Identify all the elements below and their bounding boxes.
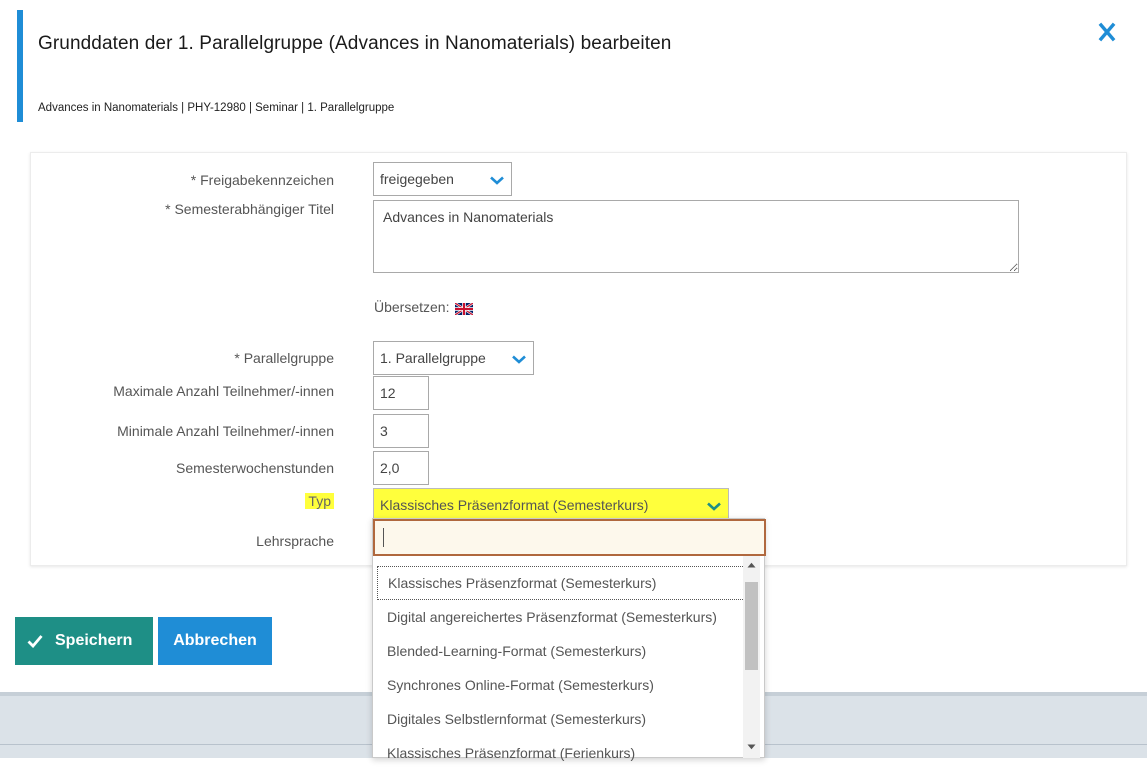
dropdown-option[interactable]: Synchrones Online-Format (Semesterkurs) bbox=[377, 668, 747, 702]
breadcrumb: Advances in Nanomaterials | PHY-12980 | … bbox=[38, 102, 395, 114]
dropdown-scrollbar[interactable] bbox=[743, 556, 760, 758]
dropdown-option[interactable]: Digitales Selbstlernformat (Semesterkurs… bbox=[377, 702, 747, 736]
language-label: Lehrsprache bbox=[256, 533, 334, 549]
min-participants-value: 3 bbox=[380, 423, 388, 439]
release-select[interactable]: freigegeben bbox=[373, 162, 512, 196]
type-dropdown: Klassisches Präsenzformat (Semesterkurs)… bbox=[372, 518, 766, 761]
form-panel: * Freigabekennzeichen freigegeben * Seme… bbox=[30, 152, 1127, 566]
weekly-hours-label: Semesterwochenstunden bbox=[176, 460, 334, 476]
semester-title-textarea[interactable]: Advances in Nanomaterials bbox=[373, 200, 1019, 273]
cancel-button-label: Abbrechen bbox=[173, 632, 257, 649]
dropdown-option[interactable]: Klassisches Präsenzformat (Semesterkurs) bbox=[377, 566, 747, 600]
scroll-down-arrow-icon[interactable] bbox=[743, 740, 760, 754]
chevron-down-icon bbox=[512, 355, 526, 364]
dialog-accent-bar bbox=[17, 10, 23, 122]
save-button[interactable]: Speichern bbox=[15, 617, 153, 665]
weekly-hours-input[interactable]: 2,0 bbox=[373, 451, 429, 485]
scrollbar-thumb[interactable] bbox=[745, 582, 758, 670]
dropdown-option[interactable]: Digital angereichertes Präsenzformat (Se… bbox=[377, 600, 747, 634]
max-participants-input[interactable]: 12 bbox=[373, 376, 429, 410]
parallel-group-select[interactable]: 1. Parallelgruppe bbox=[373, 341, 534, 375]
dropdown-search-input[interactable] bbox=[373, 519, 766, 556]
parallel-group-label: * Parallelgruppe bbox=[234, 350, 334, 366]
close-button[interactable] bbox=[1093, 18, 1121, 46]
type-select-value: Klassisches Präsenzformat (Semesterkurs) bbox=[380, 497, 649, 513]
dialog-title: Grunddaten der 1. Parallelgruppe (Advanc… bbox=[38, 33, 672, 54]
dropdown-option[interactable]: Blended-Learning-Format (Semesterkurs) bbox=[377, 634, 747, 668]
min-participants-input[interactable]: 3 bbox=[373, 414, 429, 448]
dropdown-options-list: Klassisches Präsenzformat (Semesterkurs)… bbox=[377, 566, 747, 770]
release-label: * Freigabekennzeichen bbox=[190, 172, 334, 188]
max-participants-label: Maximale Anzahl Teilnehmer/-innen bbox=[113, 383, 334, 399]
cancel-button[interactable]: Abbrechen bbox=[158, 617, 272, 665]
type-label: Typ bbox=[305, 493, 334, 509]
parallel-group-select-value: 1. Parallelgruppe bbox=[380, 350, 486, 366]
uk-flag-icon[interactable] bbox=[455, 303, 473, 315]
chevron-down-icon bbox=[707, 502, 721, 511]
translate-label: Übersetzen: bbox=[374, 299, 450, 315]
type-select[interactable]: Klassisches Präsenzformat (Semesterkurs) bbox=[373, 488, 729, 522]
weekly-hours-value: 2,0 bbox=[380, 460, 400, 476]
text-caret bbox=[383, 528, 384, 547]
scroll-up-arrow-icon[interactable] bbox=[743, 558, 760, 572]
dropdown-option[interactable]: Klassisches Präsenzformat (Ferienkurs) bbox=[377, 736, 747, 770]
checkmark-icon bbox=[27, 635, 43, 648]
release-select-value: freigegeben bbox=[380, 171, 454, 187]
max-participants-value: 12 bbox=[380, 385, 396, 401]
chevron-down-icon bbox=[490, 176, 504, 185]
min-participants-label: Minimale Anzahl Teilnehmer/-innen bbox=[117, 423, 334, 439]
save-button-label: Speichern bbox=[55, 632, 133, 649]
semester-title-label: * Semesterabhängiger Titel bbox=[165, 201, 334, 217]
close-x-icon bbox=[1098, 22, 1116, 42]
